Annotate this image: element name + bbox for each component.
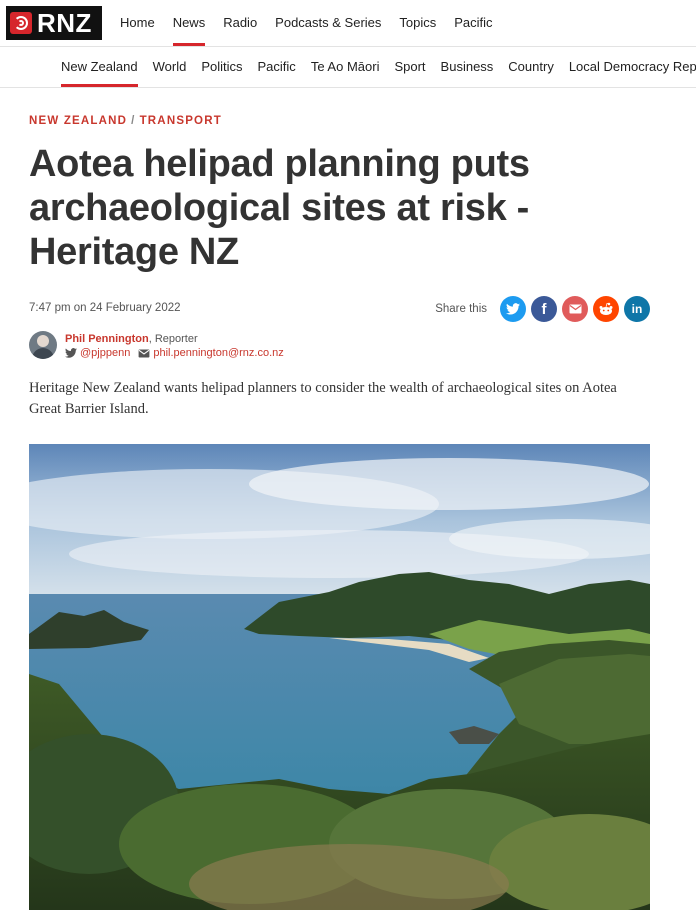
share-email-button[interactable] [562,296,588,322]
breadcrumb-separator: / [131,115,136,127]
main-nav-item-news[interactable]: News [164,0,215,46]
share-reddit-button[interactable] [593,296,619,322]
top-header: RNZ Home News Radio Podcasts & Series Topics… [0,0,696,47]
section-nav-item-business[interactable]: Business [441,47,509,87]
twitter-icon [506,303,520,315]
section-nav-item-world[interactable]: World [153,47,202,87]
main-nav: Home News Radio Podcasts & Series Topics Paci… [120,0,502,46]
main-nav-item-pacific[interactable]: Pacific [445,0,501,46]
breadcrumb-section[interactable]: NEW ZEALAND [29,115,127,127]
section-nav-item-te-ao-m-ori[interactable]: Te Ao Māori [311,47,395,87]
linkedin-icon: in [631,302,643,316]
email-icon [569,304,581,314]
reddit-icon [599,302,613,315]
breadcrumb-topic[interactable]: TRANSPORT [140,115,222,127]
logo-text: RNZ [37,7,92,38]
section-nav-item-politics[interactable]: Politics [201,47,257,87]
main-nav-item-home[interactable]: Home [120,0,164,46]
main-nav-item-radio[interactable]: Radio [214,0,266,46]
article-photo [29,444,650,910]
main-nav-item-podcasts-series[interactable]: Podcasts & Series [266,0,390,46]
share-label: Share this [435,303,487,315]
share-linkedin-button[interactable]: in [624,296,650,322]
author-avatar [29,331,57,359]
main-nav-item-topics[interactable]: Topics [390,0,445,46]
share-twitter-button[interactable] [500,296,526,322]
section-nav-item-new-zealand[interactable]: New Zealand [61,47,153,87]
section-nav-item-country[interactable]: Country [508,47,569,87]
section-nav-item-sport[interactable]: Sport [394,47,440,87]
article-lead: Heritage New Zealand wants helipad plann… [29,380,617,417]
author-email-link[interactable]: phil.pennington@rnz.co.nz [153,347,283,359]
section-nav-item-pacific[interactable]: Pacific [258,47,311,87]
twitter-icon [65,348,77,358]
share-bar: Share this f in [435,296,650,322]
breadcrumb: NEW ZEALAND / TRANSPORT [29,115,222,127]
article-headline: Aotea helipad planning puts archaeologic… [29,143,530,273]
facebook-icon: f [541,300,547,318]
article-date: 7:47 pm on 24 February 2022 [29,302,181,314]
author-role: , Reporter [148,333,198,345]
rnz-logo[interactable]: RNZ [6,6,102,40]
author-name[interactable]: Phil Pennington [65,333,149,345]
share-facebook-button[interactable]: f [531,296,557,322]
section-nav: New Zealand World Politics Pacific Te Ao Māo… [0,47,696,88]
section-nav-item-local-democracy-reporting[interactable]: Local Democracy Reporting [569,47,696,87]
author-twitter-link[interactable]: @pjppenn [80,347,130,359]
rnz-logo-icon [10,12,32,34]
email-icon [138,348,150,358]
